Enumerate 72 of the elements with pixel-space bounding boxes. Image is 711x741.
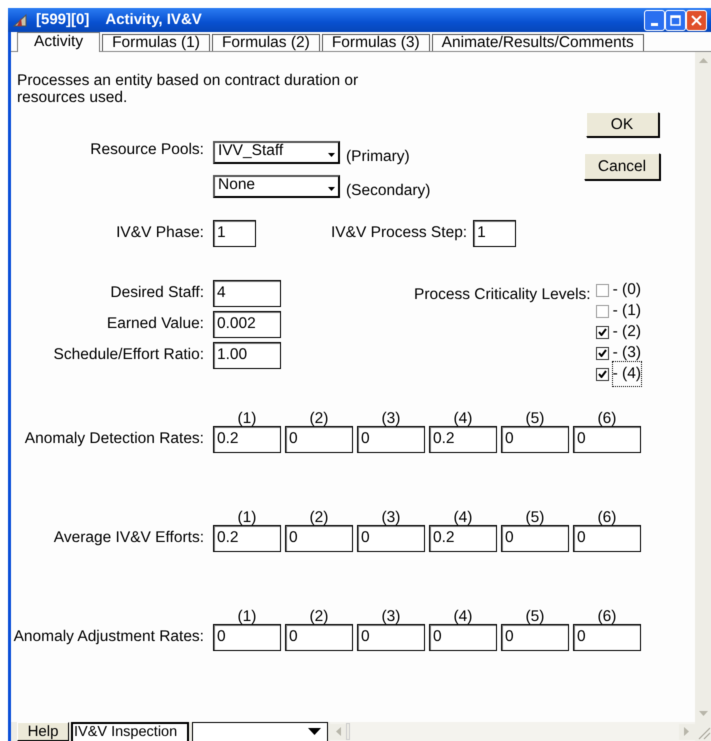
field-label: Average IV&V Efforts: [54, 529, 204, 546]
field-label: Resource Pools: [90, 141, 204, 158]
column-header: (1) [236, 510, 258, 524]
tab[interactable]: Animate/Results/Comments [432, 34, 644, 51]
help-button[interactable]: Help [17, 722, 69, 741]
input-field[interactable]: 0 [573, 624, 641, 650]
field-label: Process Criticality Levels: [414, 284, 591, 304]
column-header: (5) [524, 510, 546, 524]
dropdown[interactable]: IVV_Staff [213, 141, 340, 164]
input-field[interactable]: 0 [357, 426, 425, 452]
input-field[interactable]: 0 [357, 624, 425, 650]
tab[interactable]: Formulas (2) [212, 34, 320, 51]
column-header: (6) [596, 510, 618, 524]
checkbox-label: - (0) [612, 280, 641, 300]
checkbox-label: - (1) [612, 301, 641, 322]
column-header: (3) [380, 610, 402, 624]
column-header: (2) [308, 510, 330, 524]
column-header: (3) [380, 510, 402, 524]
input-field[interactable]: 0 [501, 624, 569, 650]
field-label: Anomaly Adjustment Rates: [14, 628, 204, 646]
window-id: [599][0] [36, 10, 90, 30]
field-label: Anomaly Detection Rates: [24, 430, 204, 448]
column-header: (5) [524, 610, 546, 624]
input-field[interactable]: 0 [501, 426, 569, 452]
column-header: (6) [596, 610, 618, 624]
input-field[interactable]: 0 [573, 524, 641, 552]
column-header: (5) [524, 412, 546, 426]
input-field[interactable]: 0.002 [213, 310, 281, 338]
column-header: (1) [236, 610, 258, 624]
column-header: (3) [380, 412, 402, 426]
column-header: (4) [452, 510, 474, 524]
input-field[interactable]: 0.2 [429, 524, 497, 552]
field-label: IV&V Process Step: [331, 223, 468, 244]
field-label: IV&V Phase: [116, 224, 204, 242]
description-text: Processes an entity based on contract duration or resources used. [16, 72, 360, 106]
input-field[interactable]: 4 [213, 280, 281, 306]
field-label: Earned Value: [106, 315, 204, 332]
tab[interactable]: Activity [17, 32, 100, 52]
checkbox-label: - (3) [612, 343, 641, 364]
field-note: (Primary) [346, 147, 410, 167]
ok-button[interactable]: OK [586, 112, 658, 137]
tab[interactable]: Formulas (1) [102, 34, 210, 51]
input-field[interactable]: 1.00 [213, 342, 281, 368]
field-note: (Secondary) [346, 181, 430, 202]
column-header: (4) [452, 412, 474, 426]
field-label: Desired Staff: [110, 284, 204, 302]
column-header: (6) [596, 412, 618, 426]
tab[interactable]: Formulas (3) [322, 34, 430, 51]
field-label: Schedule/Effort Ratio: [54, 346, 204, 364]
checkbox-label: - (2) [612, 322, 641, 342]
cancel-button[interactable]: Cancel [584, 153, 660, 180]
input-field[interactable]: 0 [285, 524, 353, 552]
input-field[interactable]: 0 [501, 524, 569, 552]
window-title: Activity, IV&V [105, 10, 202, 30]
column-header: (4) [452, 610, 474, 624]
input-field[interactable]: 0 [213, 624, 281, 650]
input-field[interactable]: 0 [429, 624, 497, 650]
input-field[interactable]: 1 [473, 220, 516, 246]
input-field[interactable]: 0 [285, 624, 353, 650]
column-header: (2) [308, 412, 330, 426]
checkbox-label: - (4) [612, 362, 641, 386]
column-header: (2) [308, 610, 330, 624]
input-field[interactable]: 0.2 [429, 426, 497, 452]
dropdown[interactable]: None [213, 175, 340, 198]
input-field[interactable]: 0 [357, 524, 425, 552]
name-field[interactable]: IV&V Inspection [71, 722, 189, 741]
input-field[interactable]: 0.2 [213, 426, 281, 452]
input-field[interactable]: 1 [213, 220, 256, 246]
input-field[interactable]: 0.2 [213, 524, 281, 552]
input-field[interactable]: 0 [573, 426, 641, 452]
column-header: (1) [236, 412, 258, 426]
input-field[interactable]: 0 [285, 426, 353, 452]
